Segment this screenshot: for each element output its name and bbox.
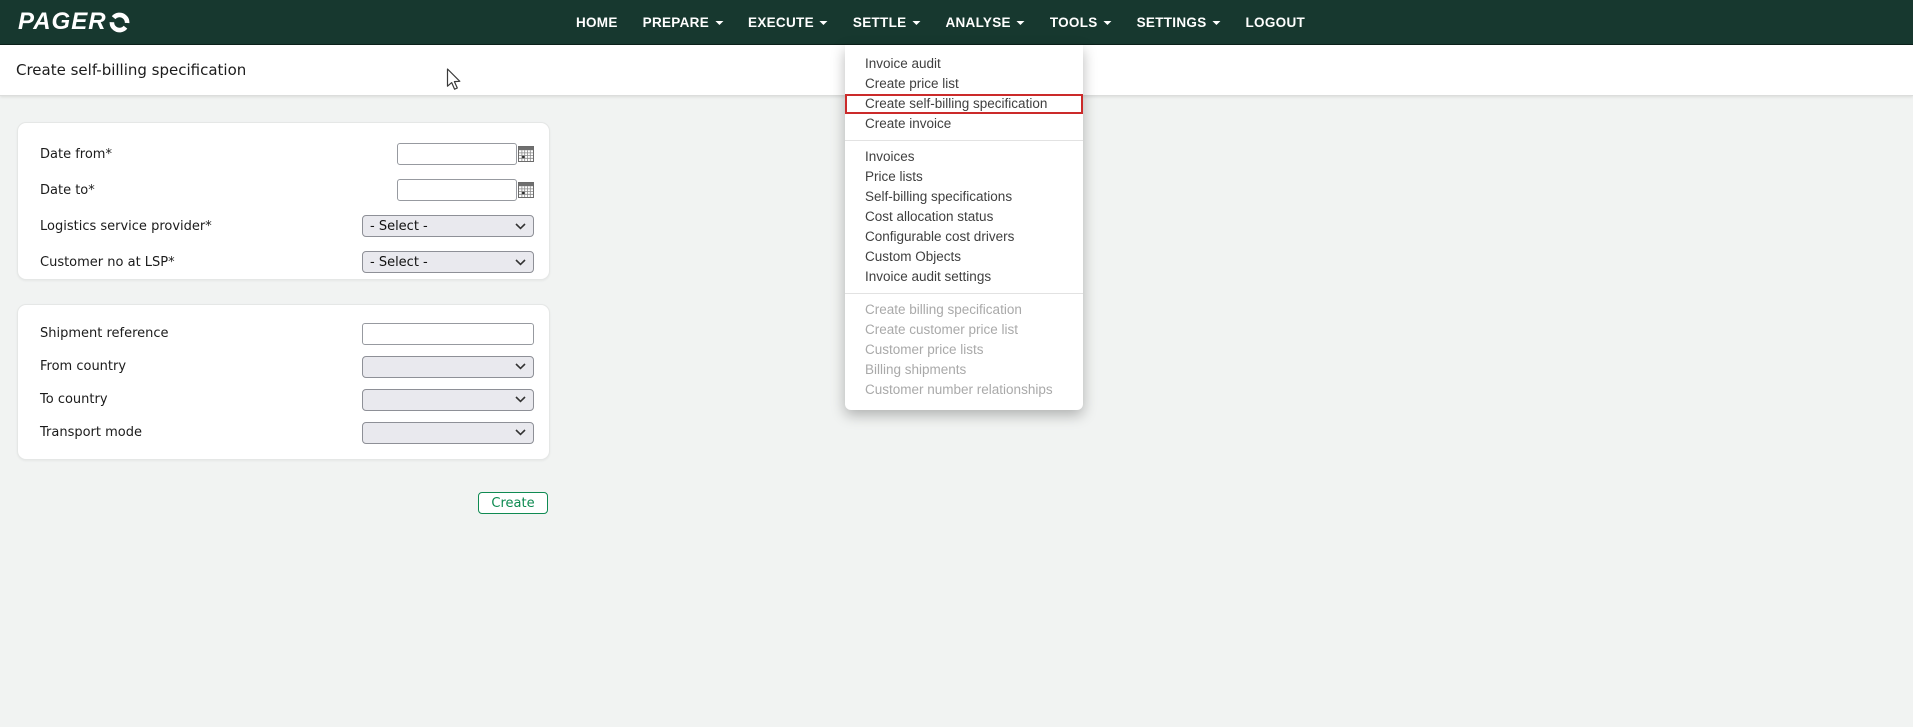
menu-separator (845, 140, 1083, 141)
caret-down-icon (715, 21, 723, 25)
chevron-down-icon (515, 396, 526, 403)
caret-down-icon (912, 21, 920, 25)
nav-label: SETTLE (853, 15, 907, 30)
chevron-down-icon (515, 259, 526, 266)
chevron-down-icon (515, 363, 526, 370)
nav-label: LOGOUT (1246, 15, 1306, 30)
form-row-to-country: To country (18, 383, 549, 416)
nav-settle[interactable]: SETTLE (853, 15, 921, 30)
form-row-date-to: Date to* (18, 172, 549, 208)
pagero-logo[interactable]: PAGER (18, 9, 131, 35)
primary-form-panel: Date from* Date to* (17, 122, 550, 280)
create-button[interactable]: Create (478, 492, 548, 514)
logistics-provider-select[interactable]: - Select - (362, 215, 534, 237)
nav-prepare[interactable]: PREPARE (643, 15, 723, 30)
nav-home[interactable]: HOME (576, 15, 618, 30)
menu-item-create-self-billing-specification[interactable]: Create self-billing specification (845, 94, 1083, 114)
calendar-grid-icon (518, 146, 534, 162)
menu-item-self-billing-specifications[interactable]: Self-billing specifications (845, 187, 1083, 207)
form-row-logistics-provider: Logistics service provider* - Select - (18, 208, 549, 244)
select-value: - Select - (370, 255, 428, 270)
menu-item-price-lists[interactable]: Price lists (845, 167, 1083, 187)
main-nav: HOME PREPARE EXECUTE SETTLE ANALYSE TOOL… (576, 0, 1305, 44)
menu-item-create-customer-price-list-disabled: Create customer price list (845, 320, 1083, 340)
caret-down-icon (1104, 21, 1112, 25)
top-navbar: PAGER HOME PREPARE EXECUTE SETTLE ANA (0, 0, 1913, 45)
menu-item-invoice-audit[interactable]: Invoice audit (845, 54, 1083, 74)
date-to-input[interactable] (397, 179, 517, 201)
nav-logout[interactable]: LOGOUT (1246, 15, 1306, 30)
secondary-form-panel: Shipment reference From country To count… (17, 304, 550, 460)
nav-label: HOME (576, 15, 618, 30)
to-country-select[interactable] (362, 389, 534, 411)
nav-execute[interactable]: EXECUTE (748, 15, 828, 30)
form-row-transport-mode: Transport mode (18, 416, 549, 449)
to-country-label: To country (40, 392, 108, 407)
menu-item-custom-objects[interactable]: Custom Objects (845, 247, 1083, 267)
app-root: PAGER HOME PREPARE EXECUTE SETTLE ANA (0, 0, 1913, 727)
chevron-down-icon (515, 429, 526, 436)
customer-no-select[interactable]: - Select - (362, 251, 534, 273)
transport-mode-select[interactable] (362, 422, 534, 444)
date-from-calendar-button[interactable] (518, 146, 534, 162)
logistics-provider-label: Logistics service provider* (40, 219, 212, 234)
menu-item-invoice-audit-settings[interactable]: Invoice audit settings (845, 267, 1083, 287)
form-row-date-from: Date from* (18, 136, 549, 172)
nav-analyse[interactable]: ANALYSE (945, 15, 1024, 30)
chevron-down-icon (515, 223, 526, 230)
date-from-input[interactable] (397, 143, 517, 165)
caret-down-icon (1017, 21, 1025, 25)
menu-item-create-price-list[interactable]: Create price list (845, 74, 1083, 94)
menu-item-customer-price-lists-disabled: Customer price lists (845, 340, 1083, 360)
form-row-shipment-reference: Shipment reference (18, 317, 549, 350)
menu-item-cost-allocation-status[interactable]: Cost allocation status (845, 207, 1083, 227)
menu-item-billing-shipments-disabled: Billing shipments (845, 360, 1083, 380)
page-title: Create self-billing specification (16, 61, 246, 79)
caret-down-icon (820, 21, 828, 25)
nav-label: SETTINGS (1137, 15, 1207, 30)
shipment-reference-input[interactable] (362, 323, 534, 345)
circular-arrow-o-icon (108, 11, 131, 34)
menu-separator (845, 293, 1083, 294)
date-from-label: Date from* (40, 147, 112, 162)
menu-item-customer-number-relationships-disabled: Customer number relationships (845, 380, 1083, 400)
menu-item-configurable-cost-drivers[interactable]: Configurable cost drivers (845, 227, 1083, 247)
from-country-select[interactable] (362, 356, 534, 378)
select-value: - Select - (370, 219, 428, 234)
form-row-customer-no: Customer no at LSP* - Select - (18, 244, 549, 280)
customer-no-label: Customer no at LSP* (40, 255, 175, 270)
calendar-grid-icon (518, 182, 534, 198)
menu-item-create-billing-specification-disabled: Create billing specification (845, 300, 1083, 320)
menu-item-invoices[interactable]: Invoices (845, 147, 1083, 167)
nav-label: TOOLS (1050, 15, 1098, 30)
menu-item-create-invoice[interactable]: Create invoice (845, 114, 1083, 134)
caret-down-icon (1213, 21, 1221, 25)
nav-tools[interactable]: TOOLS (1050, 15, 1112, 30)
from-country-label: From country (40, 359, 126, 374)
logo-text: PAGER (18, 8, 107, 36)
settle-dropdown-menu: Invoice audit Create price list Create s… (845, 45, 1083, 410)
form-row-from-country: From country (18, 350, 549, 383)
nav-settings[interactable]: SETTINGS (1137, 15, 1221, 30)
nav-label: ANALYSE (945, 15, 1010, 30)
date-to-calendar-button[interactable] (518, 182, 534, 198)
transport-mode-label: Transport mode (40, 425, 142, 440)
shipment-reference-label: Shipment reference (40, 326, 169, 341)
nav-label: EXECUTE (748, 15, 814, 30)
nav-label: PREPARE (643, 15, 709, 30)
date-to-label: Date to* (40, 183, 95, 198)
